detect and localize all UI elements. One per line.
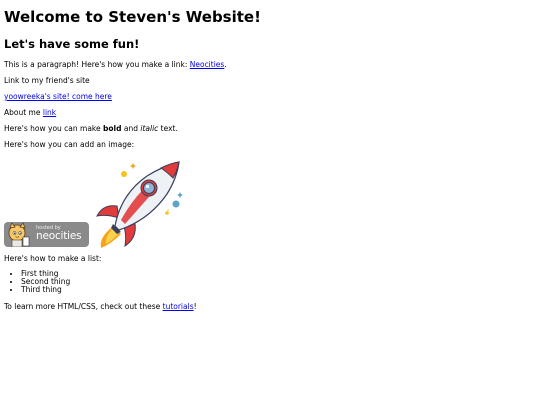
friend-link-paragraph: yoowreeka's site! come here	[4, 92, 536, 102]
example-list: First thing Second thing Third thing	[4, 270, 536, 294]
intro-text: This is a paragraph! Here's how you make…	[4, 60, 190, 69]
friend-intro: Link to my friend's site	[4, 76, 90, 85]
rocket-image	[96, 161, 183, 248]
tutorials-link[interactable]: tutorials	[163, 302, 194, 311]
about-me-link[interactable]: link	[43, 108, 56, 117]
page-title: Welcome to Steven's Website!	[4, 8, 261, 26]
formatting-middle: and	[121, 124, 141, 133]
list-item: Second thing	[21, 278, 536, 286]
list-item: Third thing	[21, 286, 536, 294]
list-intro: Here's how to make a list:	[4, 254, 102, 263]
outro-text: To learn more HTML/CSS, check out these	[4, 302, 163, 311]
page-subtitle: Let's have some fun!	[4, 37, 140, 51]
outro-exclaim: !	[193, 302, 197, 311]
cat-mascot-icon	[8, 222, 30, 247]
formatting-after: text.	[158, 124, 178, 133]
bold-text: bold	[103, 124, 122, 133]
list-item: First thing	[21, 270, 536, 278]
neocities-link[interactable]: Neocities	[190, 60, 225, 69]
about-paragraph: About me link	[4, 108, 536, 118]
formatting-paragraph: Here's how you can make bold and italic …	[4, 124, 536, 134]
neocities-badge[interactable]: hosted by neocities	[4, 222, 89, 247]
formatting-before: Here's how you can make	[4, 124, 103, 133]
badge-big-text: neocities	[36, 230, 82, 242]
about-text: About me	[4, 108, 43, 117]
intro-period: .	[224, 60, 227, 69]
page-body: Welcome to Steven's Website! Let's have …	[0, 9, 540, 312]
intro-paragraph: This is a paragraph! Here's how you make…	[4, 60, 536, 70]
italic-text: italic	[140, 124, 159, 133]
outro-paragraph: To learn more HTML/CSS, check out these …	[4, 302, 536, 312]
image-row: hosted by neocities	[4, 154, 536, 250]
friend-site-link[interactable]: yoowreeka's site! come here	[4, 92, 112, 101]
image-intro: Here's how you can add an image:	[4, 140, 135, 149]
